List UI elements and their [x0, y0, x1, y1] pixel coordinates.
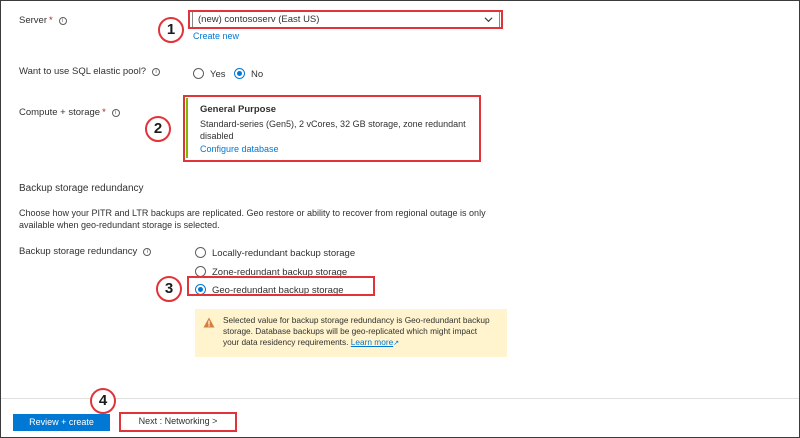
callout-badge-4: 4	[90, 388, 116, 414]
elastic-pool-no[interactable]: No	[234, 64, 263, 82]
backup-label-row: Backup storage redundancy i	[19, 246, 152, 257]
callout-box-next	[119, 412, 237, 432]
compute-label-row: Compute + storage * i	[19, 107, 120, 118]
elastic-pool-label-row: Want to use SQL elastic pool? i	[19, 66, 161, 77]
compute-label: Compute + storage	[19, 107, 101, 118]
review-create-button[interactable]: Review + create	[13, 414, 110, 431]
learn-more-link[interactable]: Learn more	[351, 337, 393, 347]
warning-line3-row: your data residency requirements. Learn …	[223, 337, 503, 349]
backup-description-line1: Choose how your PITR and LTR backups are…	[19, 208, 486, 218]
required-asterisk: *	[102, 107, 106, 118]
callout-box-compute	[183, 95, 481, 162]
geo-redundancy-warning: Selected value for backup storage redund…	[195, 309, 507, 357]
elastic-pool-yes[interactable]: Yes	[193, 64, 226, 82]
warning-line2: storage. Database backups will be geo-re…	[223, 326, 478, 336]
external-link-icon: ↗	[393, 340, 400, 347]
info-icon[interactable]: i	[152, 68, 161, 76]
backup-label: Backup storage redundancy	[19, 246, 138, 257]
radio-lrs-label: Locally-redundant backup storage	[212, 248, 356, 259]
info-icon[interactable]: i	[58, 17, 67, 25]
radio-yes-label: Yes	[210, 69, 226, 80]
create-new-link[interactable]: Create new	[193, 31, 239, 41]
radio-no-label: No	[251, 69, 264, 80]
warning-line1: Selected value for backup storage redund…	[223, 315, 490, 325]
warning-icon	[203, 317, 215, 328]
callout-badge-3: 3	[156, 276, 182, 302]
required-asterisk: *	[48, 15, 53, 26]
callout-box-server	[188, 10, 503, 29]
backup-description-line2: available when geo-redundant storage is …	[19, 220, 220, 230]
footer-divider	[1, 398, 799, 399]
backup-option-lrs[interactable]: Locally-redundant backup storage	[195, 243, 355, 261]
radio-no[interactable]	[234, 68, 245, 79]
warning-text: Selected value for backup storage redund…	[223, 315, 503, 349]
elastic-pool-label: Want to use SQL elastic pool?	[19, 66, 147, 77]
warning-line3: your data residency requirements.	[223, 337, 349, 347]
info-icon[interactable]: i	[143, 248, 152, 256]
callout-box-geo-redundant	[187, 276, 375, 296]
info-icon[interactable]: i	[111, 109, 120, 117]
backup-section-title: Backup storage redundancy	[19, 183, 144, 194]
radio-lrs[interactable]	[195, 247, 206, 258]
callout-badge-1: 1	[158, 17, 184, 43]
server-label-row: Server * i	[19, 15, 67, 26]
callout-badge-2: 2	[145, 116, 171, 142]
radio-yes[interactable]	[193, 68, 204, 79]
server-label: Server	[19, 15, 47, 26]
